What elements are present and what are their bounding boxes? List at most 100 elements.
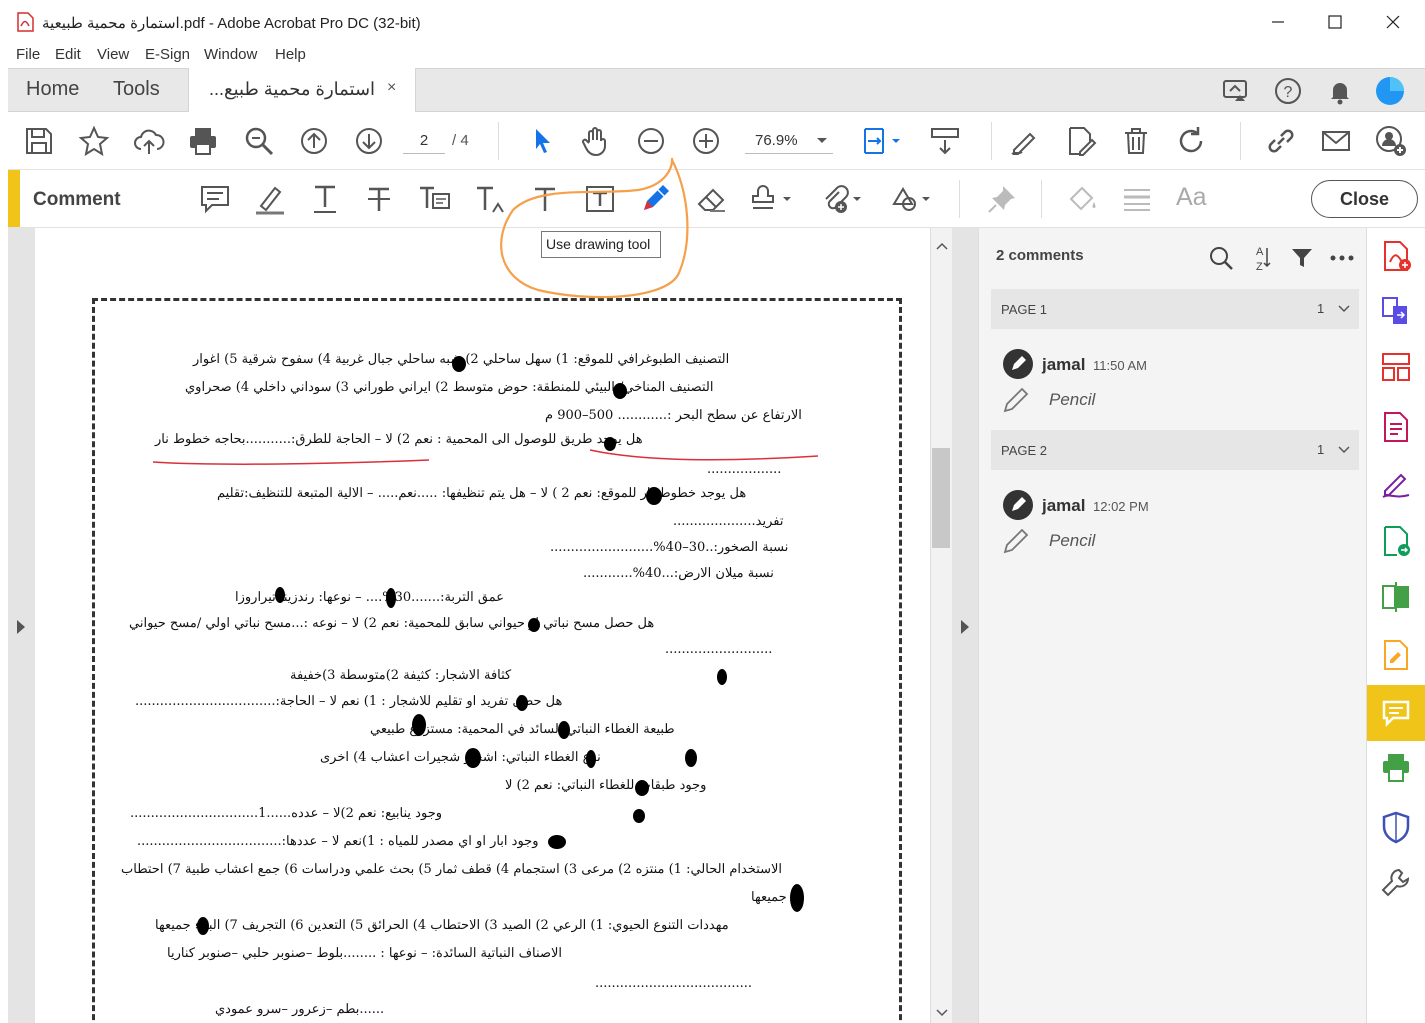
fill-and-sign-icon[interactable] — [1379, 467, 1413, 501]
edit-pdf-icon[interactable] — [1064, 124, 1098, 158]
collapse-pane-icon[interactable] — [960, 620, 970, 634]
comment-group-header[interactable]: PAGE 2 1 — [991, 430, 1359, 470]
menu-help[interactable]: Help — [275, 46, 306, 63]
scroll-down-icon[interactable] — [936, 1009, 948, 1017]
drawing-tool-tooltip: Use drawing tool — [541, 231, 661, 258]
create-pdf-icon[interactable] — [1379, 239, 1413, 273]
search-icon[interactable] — [1208, 245, 1234, 271]
attach-file-icon[interactable] — [817, 180, 867, 218]
combine-files-icon[interactable] — [1379, 294, 1413, 328]
more-options-icon[interactable] — [1329, 254, 1355, 262]
protect-shield-icon[interactable] — [1379, 810, 1413, 844]
comment-group-page: PAGE 1 — [1001, 302, 1048, 317]
svg-text:?: ? — [1284, 84, 1293, 101]
share-link-icon[interactable] — [1264, 124, 1298, 158]
underline-text-icon[interactable] — [306, 180, 344, 218]
expand-left-pane-icon[interactable] — [16, 620, 26, 634]
fill-sign-icon[interactable] — [1008, 124, 1042, 158]
close-window-button[interactable] — [1371, 6, 1415, 38]
filled-answer-marks — [197, 356, 804, 935]
help-icon[interactable]: ? — [1273, 76, 1303, 106]
page-display-icon[interactable] — [862, 124, 906, 158]
comment-tool-active[interactable] — [1367, 685, 1425, 741]
share-screen-icon[interactable] — [1221, 76, 1251, 106]
delete-trash-icon[interactable] — [1119, 124, 1153, 158]
highlight-text-icon[interactable] — [251, 180, 289, 218]
export-pdf-icon[interactable] — [1379, 410, 1413, 444]
menu-esign[interactable]: E-Sign — [145, 46, 190, 63]
page-total: / 4 — [452, 132, 469, 149]
toolbar-divider — [1240, 122, 1241, 160]
pin-icon[interactable] — [983, 180, 1021, 218]
zoom-search-icon[interactable] — [242, 124, 276, 158]
comment-icon — [1382, 700, 1410, 728]
notifications-bell-icon[interactable] — [1325, 76, 1355, 106]
bookmark-star-icon[interactable] — [77, 124, 111, 158]
tab-home[interactable]: Home — [26, 78, 79, 101]
comment-author: jamal — [1042, 496, 1086, 515]
replace-text-icon[interactable] — [415, 180, 453, 218]
print-icon[interactable] — [186, 124, 220, 158]
comment-author-avatar — [1003, 349, 1033, 379]
tab-tools[interactable]: Tools — [113, 78, 160, 101]
comment-time: 11:50 AM — [1093, 358, 1147, 373]
user-avatar-icon[interactable] — [1375, 76, 1405, 106]
maximize-button[interactable] — [1313, 6, 1357, 38]
pdf-file-icon — [16, 12, 34, 32]
comment-group-header[interactable]: PAGE 1 1 — [991, 289, 1359, 329]
add-user-icon[interactable] — [1374, 124, 1408, 158]
page-number-input[interactable]: 2 — [403, 128, 445, 154]
fill-color-icon[interactable] — [1063, 180, 1101, 218]
next-page-icon[interactable] — [352, 124, 386, 158]
print-production-icon[interactable] — [1379, 751, 1413, 785]
request-signatures-icon[interactable] — [1379, 638, 1413, 672]
strikethrough-text-icon[interactable] — [360, 180, 398, 218]
comment-item[interactable]: jamal 11:50 AM Pencil — [991, 329, 1359, 430]
sort-az-icon[interactable]: AZ — [1252, 244, 1272, 272]
comments-count: 2 comments — [996, 247, 1084, 264]
rotate-icon[interactable] — [1174, 124, 1208, 158]
tools-rail — [1366, 228, 1425, 1023]
document-viewer[interactable]: التصنيف الطبوغرافي للموقع: 1) سهل ساحلي … — [35, 228, 930, 1023]
comment-divider — [959, 180, 960, 218]
organize-pages-icon[interactable] — [1379, 350, 1413, 384]
sticky-note-icon[interactable] — [196, 180, 234, 218]
menu-bar: File Edit View E-Sign Window Help — [0, 44, 1425, 68]
close-comment-button[interactable]: Close — [1311, 180, 1418, 218]
filter-icon[interactable] — [1290, 246, 1314, 270]
menu-edit[interactable]: Edit — [55, 46, 81, 63]
save-icon[interactable] — [22, 124, 56, 158]
shapes-tool-icon[interactable] — [886, 180, 936, 218]
comment-group-count: 1 — [1317, 301, 1325, 316]
comment-group-page: PAGE 2 — [1001, 443, 1048, 458]
pane-splitter[interactable] — [952, 228, 978, 1023]
scrollbar-thumb[interactable] — [932, 448, 950, 548]
title-bar: استمارة محمية طبيعية.pdf - Adobe Acrobat… — [0, 0, 1425, 44]
zoom-level-select[interactable]: 76.9% — [745, 128, 833, 154]
document-scrollbar[interactable] — [930, 228, 952, 1023]
line-weight-icon[interactable] — [1118, 180, 1156, 218]
pencil-avatar-icon — [1012, 497, 1026, 511]
chevron-down-icon — [817, 138, 827, 143]
compare-files-icon[interactable] — [1379, 580, 1413, 614]
scrolling-mode-icon[interactable] — [928, 124, 962, 158]
send-for-signature-icon[interactable] — [1379, 524, 1413, 558]
scroll-up-icon[interactable] — [936, 242, 948, 250]
toolbar-divider — [991, 122, 992, 160]
menu-view[interactable]: View — [97, 46, 129, 63]
tab-document[interactable]: استمارة محمية طبيع... × — [188, 68, 416, 113]
menu-window[interactable]: Window — [204, 46, 257, 63]
upload-cloud-icon[interactable] — [132, 124, 166, 158]
main-toolbar — [8, 112, 1425, 170]
comment-item[interactable]: jamal 12:02 PM Pencil — [991, 470, 1359, 571]
comment-accent-bar — [8, 170, 20, 227]
email-icon[interactable] — [1319, 124, 1353, 158]
font-settings-label[interactable]: Aa — [1176, 183, 1207, 212]
more-tools-wrench-icon[interactable] — [1379, 866, 1413, 900]
pencil-icon — [1003, 387, 1029, 413]
menu-file[interactable]: File — [16, 46, 40, 63]
stamp-icon[interactable] — [749, 180, 799, 218]
close-tab-button[interactable]: × — [387, 79, 396, 97]
previous-page-icon[interactable] — [297, 124, 331, 158]
minimize-button[interactable] — [1256, 6, 1300, 38]
